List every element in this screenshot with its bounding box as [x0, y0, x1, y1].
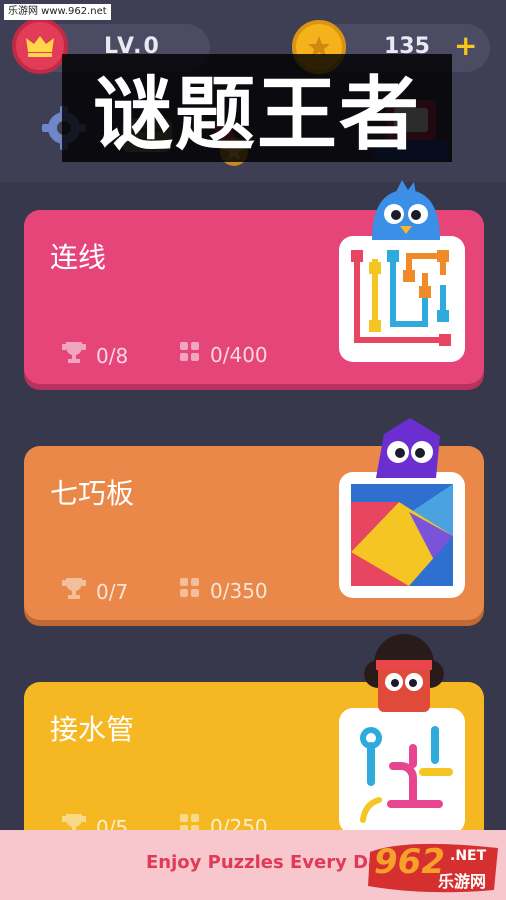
levels-count: 0/400: [210, 342, 268, 367]
title-overlay: 谜题王者: [62, 54, 452, 162]
levels-count: 0/350: [210, 578, 268, 603]
levels-grid-icon: [180, 342, 210, 367]
trophy-icon: [62, 342, 96, 369]
promo-banner[interactable]: Enjoy Puzzles Every Day! 962 .NET 乐游网: [0, 830, 506, 900]
game-name: 接水管: [50, 713, 135, 746]
game-name: 连线: [50, 241, 107, 274]
levels-grid-icon: [180, 578, 210, 603]
trophy-stat: 0/7: [62, 578, 128, 605]
brand-logo: 962 .NET 乐游网: [366, 842, 502, 894]
game-card-connect[interactable]: 连线 0/8 0/400: [24, 180, 484, 384]
pipes-thumbnail: [339, 708, 465, 834]
tangram-thumbnail: [339, 472, 465, 598]
brand-number: 962: [374, 842, 445, 882]
trophy-count: 0/7: [96, 579, 129, 604]
trophy-count: 0/8: [96, 343, 129, 368]
game-name: 七巧板: [50, 477, 135, 510]
brand-cn: 乐游网: [438, 872, 487, 891]
plus-icon[interactable]: +: [454, 30, 477, 62]
connect-thumbnail: [339, 236, 465, 362]
levels-stat: 0/350: [180, 578, 268, 603]
levels-stat: 0/400: [180, 342, 268, 367]
red-afro-mascot: [358, 634, 450, 716]
crown-icon: [12, 18, 68, 74]
trophy-stat: 0/8: [62, 342, 128, 369]
site-watermark: 乐游网 www.962.net: [4, 4, 111, 20]
brand-suffix: .NET: [450, 848, 487, 864]
purple-mascot: [366, 416, 450, 484]
title-text: 谜题王者: [93, 68, 421, 161]
promo-tagline: Enjoy Puzzles Every Day!: [146, 852, 400, 873]
blue-bird-mascot: [366, 180, 446, 246]
game-card-tangram[interactable]: 七巧板 0/7 0/350: [24, 418, 484, 620]
trophy-icon: [62, 578, 96, 605]
